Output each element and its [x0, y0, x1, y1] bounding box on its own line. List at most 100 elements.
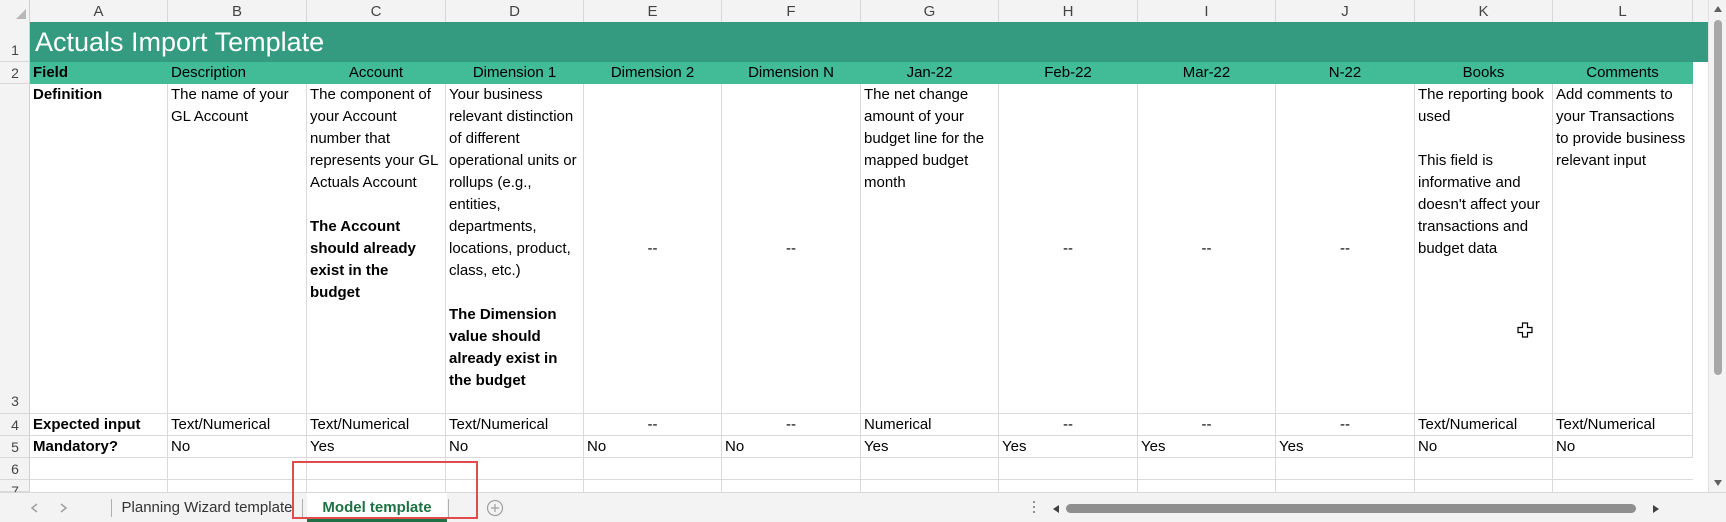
row-header-5[interactable]: 5: [0, 436, 30, 458]
expected-input-label[interactable]: Expected input: [30, 414, 168, 436]
scroll-left-icon[interactable]: [1052, 504, 1060, 514]
mandatory-dimension-n[interactable]: No: [722, 436, 861, 458]
expected-input-comments[interactable]: Text/Numerical: [1553, 414, 1693, 436]
horizontal-scrollbar[interactable]: [1046, 501, 1666, 515]
empty-row-7[interactable]: [30, 480, 1693, 492]
gridline: [1137, 458, 1138, 492]
mandatory-jan-22[interactable]: Yes: [861, 436, 999, 458]
header-comments[interactable]: Comments: [1553, 62, 1693, 84]
definition-label[interactable]: Definition: [30, 84, 168, 414]
col-header-l[interactable]: L: [1553, 0, 1693, 22]
column-headers: A B C D E F G H I J K L: [0, 0, 1708, 23]
definition-account-note: The Account should already exist in the …: [310, 218, 416, 301]
mandatory-feb-22[interactable]: Yes: [999, 436, 1138, 458]
vertical-scroll-thumb[interactable]: [1714, 20, 1722, 375]
gridline: [1552, 458, 1553, 492]
expected-input-jan-22[interactable]: Numerical: [861, 414, 999, 436]
horizontal-scroll-thumb[interactable]: [1066, 504, 1636, 513]
nav-next-icon[interactable]: [60, 503, 68, 513]
mandatory-books[interactable]: No: [1415, 436, 1553, 458]
row-header-6[interactable]: 6: [0, 458, 30, 480]
sheet-tab-bar: Planning Wizard template Model template: [0, 492, 1726, 522]
empty-row-6[interactable]: [30, 458, 1693, 480]
definition-n-22[interactable]: --: [1276, 84, 1415, 414]
tab-planning-wizard-template[interactable]: Planning Wizard template: [112, 493, 302, 522]
col-header-j[interactable]: J: [1276, 0, 1415, 22]
title-cell[interactable]: Actuals Import Template: [30, 22, 1708, 62]
col-header-h[interactable]: H: [999, 0, 1138, 22]
scroll-right-icon[interactable]: [1652, 504, 1660, 514]
cell-cursor-icon: [1517, 322, 1533, 338]
expected-input-books[interactable]: Text/Numerical: [1415, 414, 1553, 436]
col-header-e[interactable]: E: [584, 0, 722, 22]
header-description[interactable]: Description: [168, 62, 307, 84]
vertical-scrollbar[interactable]: [1708, 0, 1726, 492]
header-mar-22[interactable]: Mar-22: [1138, 62, 1276, 84]
mandatory-dimension-2[interactable]: No: [584, 436, 722, 458]
definition-feb-22[interactable]: --: [999, 84, 1138, 414]
expected-input-dimension-2[interactable]: --: [584, 414, 722, 436]
definition-dimension-1-text: Your business relevant distinction of di…: [449, 86, 577, 279]
mandatory-n-22[interactable]: Yes: [1276, 436, 1415, 458]
row-header-3[interactable]: 3: [0, 84, 30, 414]
header-books[interactable]: Books: [1415, 62, 1553, 84]
col-header-d[interactable]: D: [446, 0, 584, 22]
nav-prev-icon[interactable]: [30, 503, 38, 513]
definition-description[interactable]: The name of your GL Account: [168, 84, 307, 414]
header-n-22[interactable]: N-22: [1276, 62, 1415, 84]
mandatory-account[interactable]: Yes: [307, 436, 446, 458]
mandatory-mar-22[interactable]: Yes: [1138, 436, 1276, 458]
header-jan-22[interactable]: Jan-22: [861, 62, 999, 84]
col-header-b[interactable]: B: [168, 0, 307, 22]
definition-jan-22[interactable]: The net change amount of your budget lin…: [861, 84, 999, 414]
expected-input-dimension-n[interactable]: --: [722, 414, 861, 436]
definition-account[interactable]: The component of your Account number tha…: [307, 84, 446, 414]
gridline: [721, 458, 722, 492]
gridline: [583, 458, 584, 492]
col-header-f[interactable]: F: [722, 0, 861, 22]
header-dimension-1[interactable]: Dimension 1: [446, 62, 584, 84]
col-header-c[interactable]: C: [307, 0, 446, 22]
row-header-4[interactable]: 4: [0, 414, 30, 436]
definition-dimension-n[interactable]: --: [722, 84, 861, 414]
expected-input-mar-22[interactable]: --: [1138, 414, 1276, 436]
mandatory-label[interactable]: Mandatory?: [30, 436, 168, 458]
col-header-g[interactable]: G: [861, 0, 999, 22]
definition-books[interactable]: The reporting book used This field is in…: [1415, 84, 1553, 414]
splitter-handle[interactable]: [1033, 501, 1036, 515]
mandatory-dimension-1[interactable]: No: [446, 436, 584, 458]
expected-input-dimension-1[interactable]: Text/Numerical: [446, 414, 584, 436]
header-field[interactable]: Field: [30, 62, 168, 84]
gridline: [998, 458, 999, 492]
definition-books-text: The reporting book used: [1418, 86, 1544, 125]
scroll-down-icon[interactable]: [1713, 479, 1723, 487]
header-dimension-2[interactable]: Dimension 2: [584, 62, 722, 84]
expected-input-n-22[interactable]: --: [1276, 414, 1415, 436]
spreadsheet-grid[interactable]: A B C D E F G H I J K L 1 2 3 4 5 6 7 Ac…: [0, 0, 1708, 492]
col-header-i[interactable]: I: [1138, 0, 1276, 22]
mandatory-description[interactable]: No: [168, 436, 307, 458]
gridline: [1414, 458, 1415, 492]
expected-input-feb-22[interactable]: --: [999, 414, 1138, 436]
expected-input-account[interactable]: Text/Numerical: [307, 414, 446, 436]
col-header-k[interactable]: K: [1415, 0, 1553, 22]
header-account[interactable]: Account: [307, 62, 446, 84]
definition-comments[interactable]: Add comments to your Transactions to pro…: [1553, 84, 1693, 414]
expected-input-description[interactable]: Text/Numerical: [168, 414, 307, 436]
row-header-1[interactable]: 1: [0, 22, 30, 62]
select-all-button[interactable]: [0, 0, 30, 22]
definition-books-note: This field is informative and doesn't af…: [1418, 152, 1540, 257]
definition-dimension-2[interactable]: --: [584, 84, 722, 414]
col-header-a[interactable]: A: [30, 0, 168, 22]
row-header-2[interactable]: 2: [0, 62, 30, 84]
row-header-7[interactable]: 7: [0, 480, 30, 492]
add-sheet-icon[interactable]: [486, 499, 504, 517]
mandatory-comments[interactable]: No: [1553, 436, 1693, 458]
definition-dimension-1[interactable]: Your business relevant distinction of di…: [446, 84, 584, 414]
scroll-up-icon[interactable]: [1713, 5, 1723, 13]
cell-area[interactable]: Actuals Import Template Field Descriptio…: [30, 22, 1708, 492]
header-feb-22[interactable]: Feb-22: [999, 62, 1138, 84]
header-dimension-n[interactable]: Dimension N: [722, 62, 861, 84]
gridline: [1275, 458, 1276, 492]
definition-mar-22[interactable]: --: [1138, 84, 1276, 414]
